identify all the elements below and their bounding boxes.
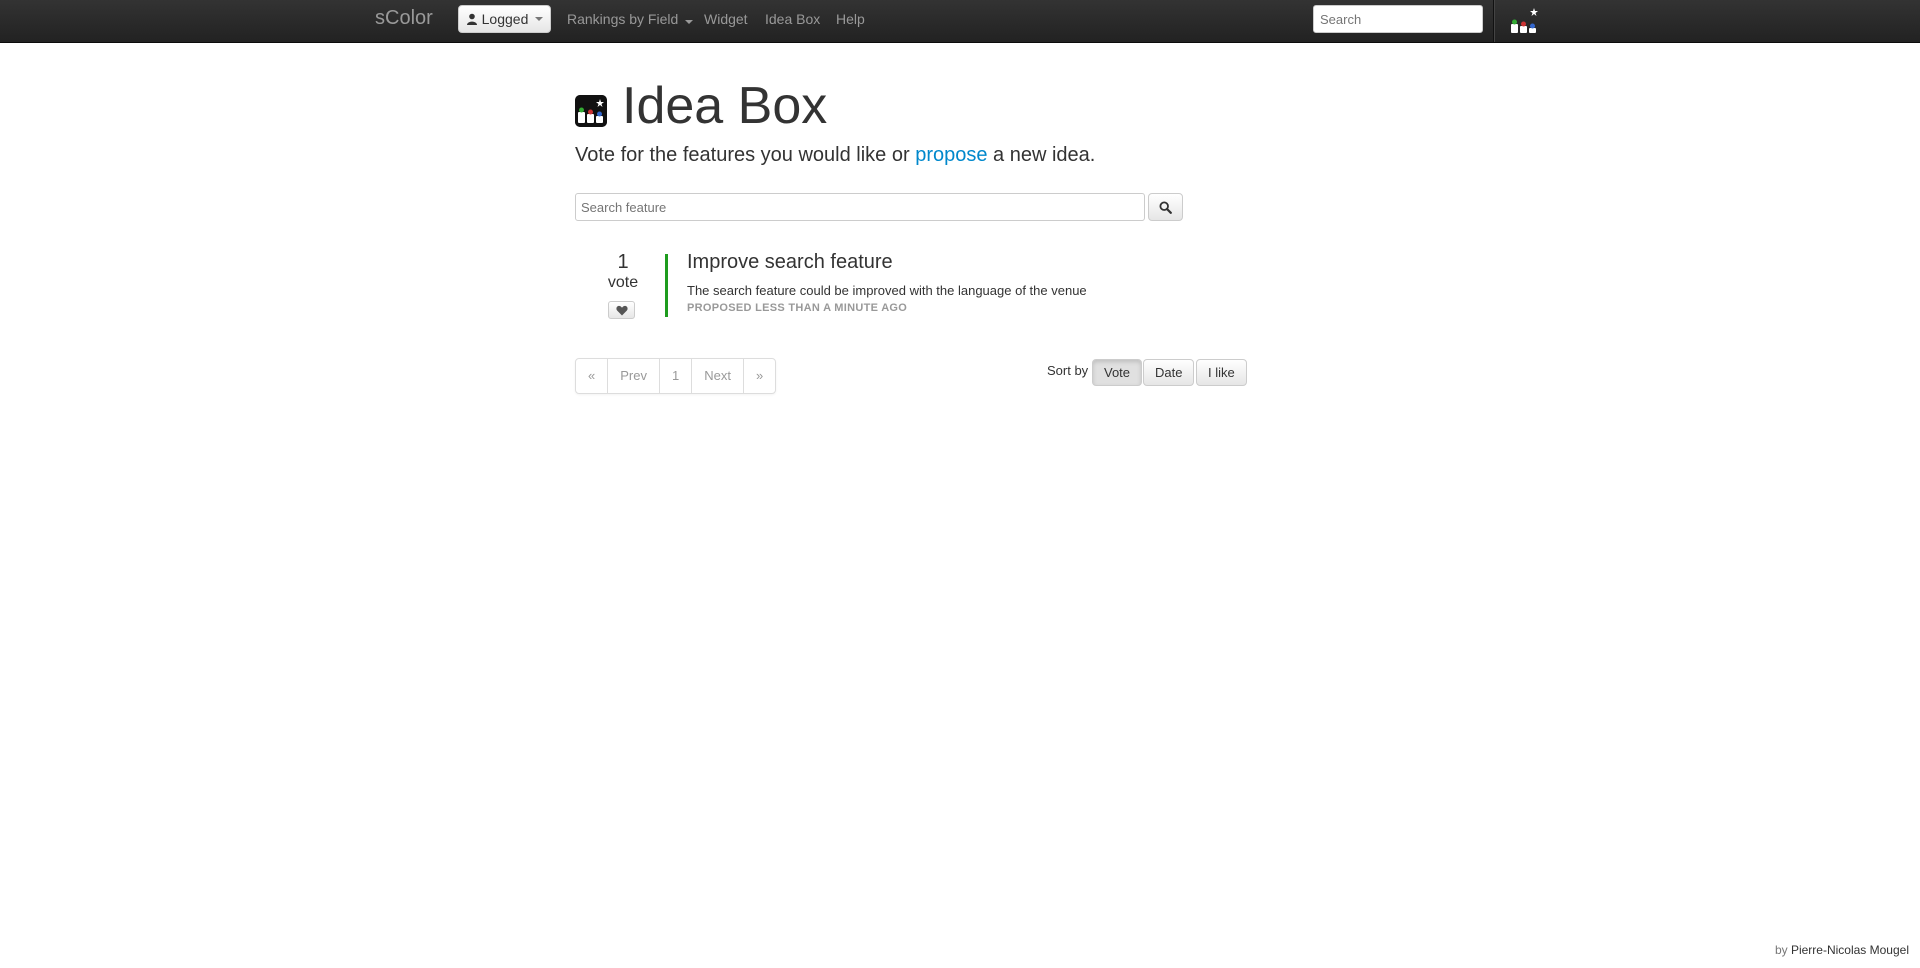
idea-title: Improve search feature bbox=[687, 251, 893, 273]
page-title: Idea Box bbox=[622, 77, 828, 135]
navbar-search-input[interactable] bbox=[1313, 5, 1483, 33]
pagination-last[interactable]: » bbox=[742, 359, 775, 393]
user-menu-button[interactable]: Logged bbox=[458, 5, 551, 33]
lead-text-before: Vote for the features you would like or bbox=[575, 144, 916, 166]
footer-prefix: by bbox=[1774, 943, 1791, 957]
nav-idea-box[interactable]: Idea Box bbox=[765, 11, 820, 27]
user-menu-label: Logged bbox=[481, 11, 529, 27]
feature-search-input[interactable] bbox=[575, 193, 1145, 221]
idea-description: The search feature could be improved wit… bbox=[687, 283, 1087, 298]
search-icon bbox=[1159, 200, 1172, 214]
chevron-down-icon bbox=[535, 17, 544, 21]
sort-i-like-button[interactable]: I like bbox=[1196, 359, 1247, 386]
sort-label: Sort by bbox=[1047, 363, 1089, 378]
nav-widget[interactable]: Widget bbox=[704, 11, 748, 27]
idea-timestamp: PROPOSED LESS THAN A MINUTE AGO bbox=[687, 302, 908, 314]
feature-search-button[interactable] bbox=[1148, 193, 1183, 221]
like-button[interactable] bbox=[608, 301, 635, 319]
footer-author-link[interactable]: Pierre-Nicolas Mougel bbox=[1791, 943, 1909, 957]
navbar-divider bbox=[1493, 0, 1495, 42]
nav-help[interactable]: Help bbox=[836, 11, 865, 27]
user-icon bbox=[466, 13, 477, 25]
scolor-logo-icon[interactable] bbox=[1508, 6, 1540, 36]
pagination-first[interactable]: « bbox=[576, 359, 607, 393]
pagination-prev[interactable]: Prev bbox=[607, 359, 659, 393]
sort-vote-button[interactable]: Vote bbox=[1092, 359, 1143, 386]
nav-rankings-label: Rankings by Field bbox=[567, 11, 679, 27]
pagination-next[interactable]: Next bbox=[691, 359, 743, 393]
page-lead: Vote for the features you would like or … bbox=[575, 144, 1095, 167]
vote-label: vote bbox=[607, 274, 639, 291]
chevron-down-icon bbox=[685, 20, 694, 24]
propose-link[interactable]: propose bbox=[915, 144, 987, 166]
pagination-page-1[interactable]: 1 bbox=[658, 359, 691, 393]
heart-icon bbox=[615, 305, 628, 315]
vote-count: 1 bbox=[617, 251, 629, 273]
top-navbar: sColor Logged Rankings by Field Widget I… bbox=[0, 0, 1920, 43]
idea-status-bar bbox=[665, 254, 668, 317]
footer-credit: by Pierre-Nicolas Mougel bbox=[1775, 943, 1909, 957]
sort-date-button[interactable]: Date bbox=[1143, 359, 1195, 386]
lead-text-after: a new idea. bbox=[987, 144, 1096, 166]
idea-box-logo-icon bbox=[575, 95, 607, 127]
brand-link[interactable]: sColor bbox=[375, 7, 433, 30]
pagination: « Prev 1 Next » bbox=[575, 358, 777, 394]
nav-rankings-by-field[interactable]: Rankings by Field bbox=[567, 11, 694, 27]
